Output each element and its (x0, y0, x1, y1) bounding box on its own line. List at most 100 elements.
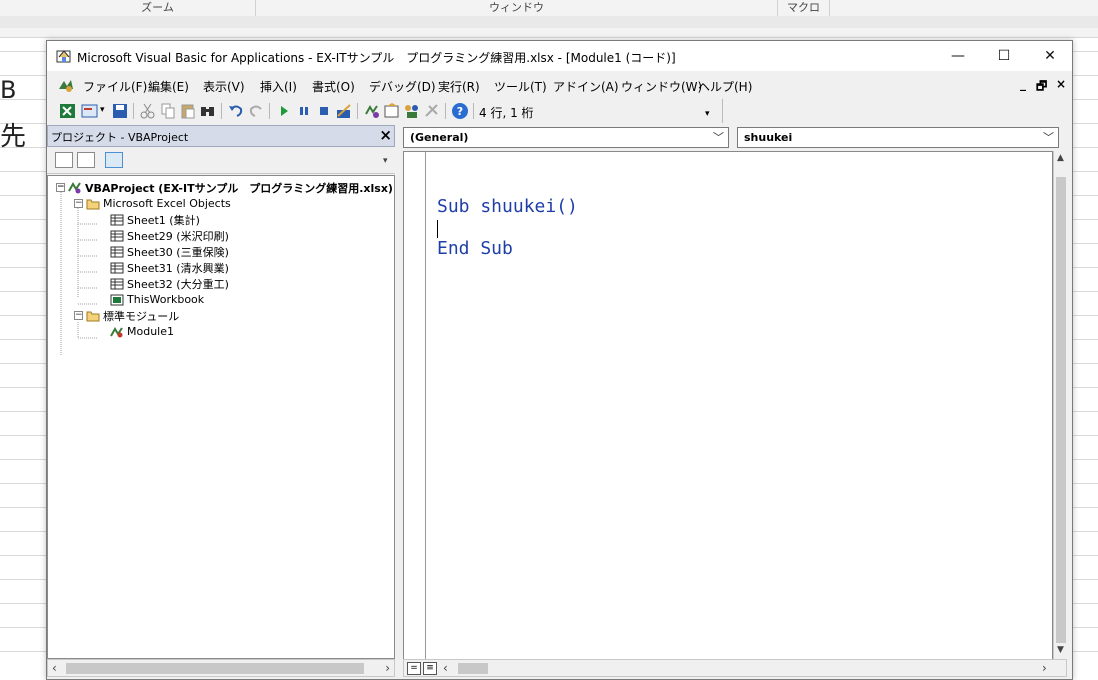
scroll-left-icon[interactable]: ‹ (443, 661, 448, 675)
project-explorer-title: プロジェクト - VBAProject (51, 131, 189, 144)
maximize-button[interactable]: ☐ (981, 41, 1027, 71)
menu-run[interactable]: 実行(R) (438, 78, 480, 95)
collapse-icon[interactable]: − (56, 183, 65, 192)
tree-item-label: 標準モジュール (103, 309, 180, 323)
menu-debug[interactable]: デバッグ(D) (369, 78, 436, 95)
mdi-restore-button[interactable]: 🗗 (1036, 77, 1047, 98)
title-bar[interactable]: Microsoft Visual Basic for Applications … (47, 41, 1072, 71)
tree-item-sheet29[interactable]: Sheet29 (米沢印刷) (110, 228, 229, 243)
view-object-button[interactable] (77, 152, 95, 168)
project-explorer-toolbar: ▾ (47, 148, 395, 174)
scroll-right-icon[interactable]: › (385, 661, 390, 675)
tree-item-vbaproject[interactable]: − VBAProject (EX-ITサンプル プログラミング練習用.xlsx) (56, 180, 393, 195)
menu-addins[interactable]: アドイン(A) (553, 78, 619, 95)
tree-item-excel-objects[interactable]: − Microsoft Excel Objects (74, 196, 231, 211)
toolbar-more-icon[interactable]: ▾ (383, 156, 388, 166)
svg-text:?: ? (457, 105, 463, 118)
chevron-down-icon[interactable]: ﹀ (1043, 128, 1054, 147)
scroll-left-icon[interactable]: ‹ (52, 661, 57, 675)
toolbar-options-icon[interactable]: ▾ (705, 109, 723, 127)
tree-item-label: Sheet31 (清水興業) (127, 261, 229, 275)
pane-splitter[interactable] (395, 125, 401, 677)
sheet-icon (110, 278, 124, 289)
menu-view[interactable]: 表示(V) (203, 78, 245, 95)
code-line-1[interactable]: Sub shuukei() (437, 196, 578, 217)
text-caret (437, 220, 438, 238)
full-module-view-icon[interactable]: ≡ (423, 662, 437, 675)
tree-item-label: Sheet30 (三重保険) (127, 245, 229, 259)
menu-window[interactable]: ウィンドウ(W) (621, 78, 702, 95)
tree-item-sheet31[interactable]: Sheet31 (清水興業) (110, 260, 229, 275)
tree-item-standard-modules[interactable]: − 標準モジュール (74, 308, 179, 323)
tree-item-module1[interactable]: Module1 (110, 324, 174, 339)
code-horizontal-scrollbar[interactable]: = ≡ ‹ › (403, 659, 1067, 677)
folder-icon (86, 311, 100, 321)
scroll-thumb[interactable] (66, 663, 364, 674)
tree-item-thisworkbook[interactable]: ThisWorkbook (110, 292, 204, 307)
scroll-up-icon[interactable]: ▲ (1057, 153, 1064, 163)
sheet-icon (110, 262, 124, 273)
help-icon[interactable]: ? (451, 102, 469, 120)
tree-item-sheet1[interactable]: Sheet1 (集計) (110, 212, 200, 227)
run-icon[interactable] (275, 102, 293, 120)
sheet-icon (110, 230, 124, 241)
toolbox-icon[interactable] (423, 102, 441, 120)
minimize-button[interactable]: — (935, 41, 981, 71)
procedure-view-icon[interactable]: = (407, 662, 421, 675)
tree-item-label: Sheet1 (集計) (127, 213, 200, 227)
object-combo[interactable]: (General) ﹀ (403, 127, 729, 148)
break-icon[interactable] (295, 102, 313, 120)
procedure-combo[interactable]: shuukei ﹀ (737, 127, 1059, 148)
project-explorer-header[interactable]: プロジェクト - VBAProject × (47, 125, 395, 147)
properties-window-icon[interactable] (383, 102, 401, 120)
menu-format[interactable]: 書式(O) (312, 78, 355, 95)
reset-icon[interactable] (315, 102, 333, 120)
sheet-icon (110, 214, 124, 225)
paste-icon[interactable] (179, 102, 197, 120)
scroll-right-icon[interactable]: › (1042, 661, 1047, 675)
excel-cell-text-b: B (0, 76, 17, 104)
scroll-down-icon[interactable]: ▼ (1057, 645, 1064, 655)
menu-file[interactable]: ファイル(F) (83, 78, 147, 95)
menu-edit[interactable]: 編集(E) (148, 78, 189, 95)
find-icon[interactable] (199, 102, 217, 120)
scroll-thumb[interactable] (458, 663, 488, 674)
mdi-close-button[interactable]: × (1056, 77, 1066, 91)
save-icon[interactable] (111, 102, 129, 120)
menu-tools[interactable]: ツール(T) (494, 78, 547, 95)
collapse-icon[interactable]: − (74, 311, 83, 320)
design-mode-icon[interactable] (335, 102, 353, 120)
mdi-minimize-button[interactable]: _ (1020, 77, 1026, 91)
scroll-thumb[interactable] (1056, 177, 1066, 643)
project-explorer-close-button[interactable]: × (379, 126, 392, 144)
tree-item-sheet32[interactable]: Sheet32 (大分重工) (110, 276, 229, 291)
view-code-button[interactable] (55, 152, 73, 168)
tree-item-sheet30[interactable]: Sheet30 (三重保険) (110, 244, 229, 259)
toggle-folders-button[interactable] (105, 152, 123, 168)
project-horizontal-scrollbar[interactable]: ‹ › (47, 659, 395, 677)
object-browser-icon[interactable] (403, 102, 421, 120)
tree-item-label: Module1 (127, 325, 174, 338)
standard-toolbar: ▾ ? 4 行, 1 桁 ▾ (55, 99, 723, 123)
close-button[interactable]: ✕ (1027, 41, 1073, 71)
tree-item-label: VBAProject (EX-ITサンプル プログラミング練習用.xlsx) (85, 181, 393, 195)
code-margin[interactable] (404, 152, 426, 660)
undo-icon[interactable] (227, 102, 245, 120)
insert-userform-icon[interactable] (81, 102, 99, 120)
ribbon-group-macro: マクロ (778, 0, 830, 16)
collapse-icon[interactable]: − (74, 199, 83, 208)
menu-insert[interactable]: 挿入(I) (260, 78, 297, 95)
code-vertical-scrollbar[interactable]: ▲ ▼ (1053, 151, 1067, 661)
project-explorer-icon[interactable] (363, 102, 381, 120)
folder-icon (86, 199, 100, 209)
copy-icon[interactable] (159, 102, 177, 120)
code-line-3[interactable]: End Sub (437, 238, 513, 259)
chevron-down-icon[interactable]: ﹀ (713, 128, 724, 147)
vbe-menu-icon[interactable] (57, 77, 75, 93)
view-excel-icon[interactable] (59, 102, 77, 120)
tree-item-label: Sheet32 (大分重工) (127, 277, 229, 291)
cut-icon[interactable] (139, 102, 157, 120)
redo-icon[interactable] (247, 102, 265, 120)
code-editor[interactable]: Sub shuukei() End Sub (403, 151, 1053, 661)
menu-help[interactable]: ヘルプ(H) (698, 78, 752, 95)
